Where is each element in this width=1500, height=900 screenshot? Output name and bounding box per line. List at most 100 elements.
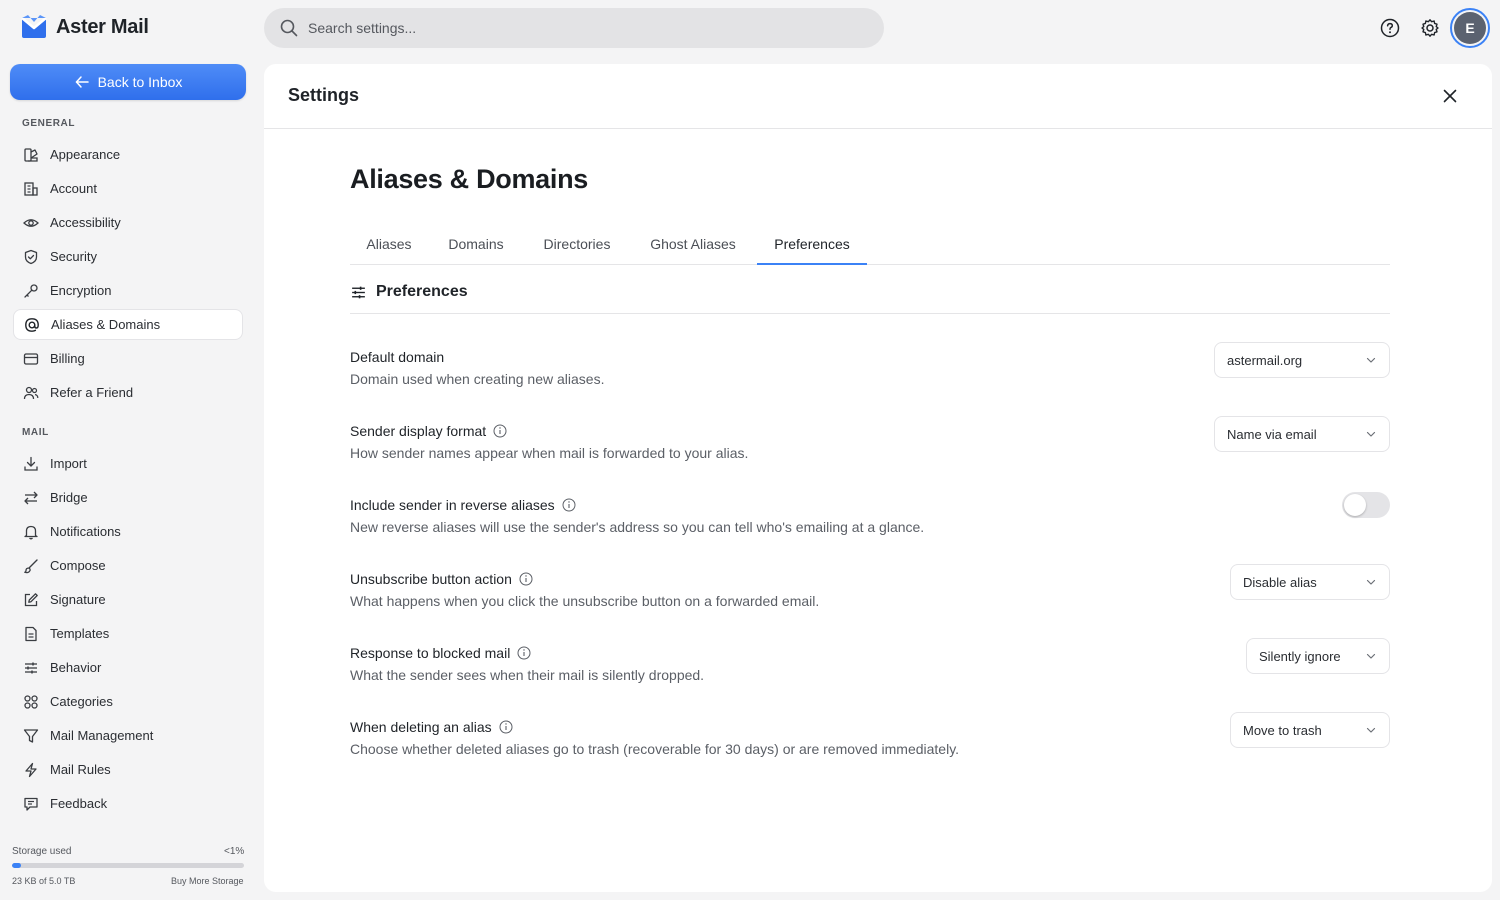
chevron-down-icon bbox=[1366, 727, 1376, 733]
tab-ghost-aliases[interactable]: Ghost Aliases bbox=[636, 228, 750, 265]
sender-display-format-select[interactable]: Name via email bbox=[1214, 416, 1390, 452]
sidebar-item-accessibility[interactable]: Accessibility bbox=[13, 207, 243, 238]
storage-used-text: 23 KB of 5.0 TB bbox=[12, 876, 76, 886]
storage-percent: <1% bbox=[224, 846, 245, 857]
info-icon[interactable] bbox=[519, 572, 533, 586]
avatar-initial: E bbox=[1454, 12, 1486, 44]
info-icon[interactable] bbox=[493, 424, 507, 438]
sidebar-item-feedback[interactable]: Feedback bbox=[13, 788, 243, 819]
back-to-inbox-button[interactable]: Back to Inbox bbox=[10, 64, 246, 100]
section-title: Preferences bbox=[376, 283, 468, 300]
sidebar-item-label: Billing bbox=[50, 351, 85, 366]
sidebar-item-billing[interactable]: Billing bbox=[13, 343, 243, 374]
chevron-down-icon bbox=[1366, 653, 1376, 659]
setting-title-text: Response to blocked mail bbox=[350, 645, 511, 661]
setting-title-text: Sender display format bbox=[350, 423, 487, 439]
chevron-down-icon bbox=[1366, 357, 1376, 363]
delete-alias-behavior-select[interactable]: Move to trash bbox=[1230, 712, 1390, 748]
sidebar-item-account[interactable]: Account bbox=[13, 173, 243, 204]
bolt-icon bbox=[22, 761, 39, 778]
info-icon[interactable] bbox=[517, 646, 531, 660]
setting-description: Domain used when creating new aliases. bbox=[350, 371, 605, 387]
storage-progress-fill bbox=[12, 863, 22, 868]
setting-title-text: When deleting an alias bbox=[350, 719, 492, 735]
sidebar-item-label: Categories bbox=[50, 694, 113, 709]
sidebar-item-mail-management[interactable]: Mail Management bbox=[13, 720, 243, 751]
close-settings-button[interactable] bbox=[1440, 86, 1460, 106]
grid-icon bbox=[22, 693, 39, 710]
blocked-mail-response-select[interactable]: Silently ignore bbox=[1246, 638, 1390, 674]
shield-icon bbox=[22, 248, 39, 265]
sidebar-item-encryption[interactable]: Encryption bbox=[13, 275, 243, 306]
sidebar-item-templates[interactable]: Templates bbox=[13, 618, 243, 649]
preferences-section-header: Preferences bbox=[350, 283, 468, 301]
search-input[interactable] bbox=[308, 20, 848, 36]
setting-response-to-blocked-mail: Response to blocked mail What the sender… bbox=[350, 638, 1390, 695]
sidebar-item-behavior[interactable]: Behavior bbox=[13, 652, 243, 683]
settings-button[interactable] bbox=[1418, 16, 1442, 40]
settings-panel: Settings Aliases & Domains Aliases Domai… bbox=[264, 64, 1492, 892]
sidebar-item-compose[interactable]: Compose bbox=[13, 550, 243, 581]
sidebar-item-label: Encryption bbox=[50, 283, 112, 298]
select-value: Name via email bbox=[1227, 426, 1317, 442]
tab-aliases[interactable]: Aliases bbox=[350, 228, 428, 265]
sidebar-item-label: Mail Rules bbox=[50, 762, 111, 777]
page-title: Aliases & Domains bbox=[350, 164, 588, 194]
sidebar-item-aliases-domains[interactable]: Aliases & Domains bbox=[13, 309, 243, 340]
sidebar-item-notifications[interactable]: Notifications bbox=[13, 516, 243, 547]
select-value: Move to trash bbox=[1243, 722, 1322, 738]
setting-default-domain: Default domain Domain used when creating… bbox=[350, 342, 1390, 399]
default-domain-select[interactable]: astermail.org bbox=[1214, 342, 1390, 378]
sidebar-item-label: Mail Management bbox=[50, 728, 154, 743]
back-to-inbox-label: Back to Inbox bbox=[97, 74, 183, 90]
tab-preferences[interactable]: Preferences bbox=[757, 228, 867, 265]
close-icon bbox=[1443, 89, 1457, 103]
unsubscribe-action-select[interactable]: Disable alias bbox=[1230, 564, 1390, 600]
sidebar-item-refer-a-friend[interactable]: Refer a Friend bbox=[13, 377, 243, 408]
setting-title-text: Unsubscribe button action bbox=[350, 571, 512, 587]
setting-title: When deleting an alias bbox=[350, 719, 513, 735]
sidebar-item-label: Feedback bbox=[50, 796, 108, 811]
buy-more-storage-link[interactable]: Buy More Storage bbox=[171, 876, 244, 886]
user-avatar[interactable]: E bbox=[1450, 8, 1490, 48]
setting-description: How sender names appear when mail is for… bbox=[350, 445, 749, 461]
chevron-down-icon bbox=[1366, 579, 1376, 585]
setting-title: Default domain bbox=[350, 349, 444, 365]
setting-title: Include sender in reverse aliases bbox=[350, 497, 576, 513]
sidebar-item-import[interactable]: Import bbox=[13, 448, 243, 479]
section-divider bbox=[350, 313, 1390, 314]
app-logo[interactable]: Aster Mail bbox=[20, 14, 149, 40]
sidebar-item-categories[interactable]: Categories bbox=[13, 686, 243, 717]
sidebar-item-appearance[interactable]: Appearance bbox=[13, 139, 243, 170]
settings-search-bar[interactable] bbox=[264, 8, 884, 48]
sidebar-item-label: Notifications bbox=[50, 524, 121, 539]
storage-progress-bar bbox=[12, 863, 244, 868]
sidebar-item-mail-rules[interactable]: Mail Rules bbox=[13, 754, 243, 785]
setting-title-text: Include sender in reverse aliases bbox=[350, 497, 555, 513]
sidebar-item-security[interactable]: Security bbox=[13, 241, 243, 272]
info-icon[interactable] bbox=[499, 720, 513, 734]
bell-icon bbox=[22, 523, 39, 540]
include-sender-toggle[interactable] bbox=[1342, 492, 1390, 518]
help-button[interactable] bbox=[1378, 16, 1402, 40]
setting-when-deleting-alias: When deleting an alias Choose whether de… bbox=[350, 712, 1390, 769]
panel-header: Settings bbox=[264, 64, 1492, 129]
sliders-icon bbox=[352, 286, 365, 298]
sidebar-item-label: Security bbox=[50, 249, 97, 264]
setting-title: Sender display format bbox=[350, 423, 507, 439]
tab-domains[interactable]: Domains bbox=[434, 228, 518, 265]
toggle-knob bbox=[1344, 494, 1366, 516]
sidebar-item-signature[interactable]: Signature bbox=[13, 584, 243, 615]
palette-icon bbox=[22, 146, 39, 163]
sidebar-item-label: Compose bbox=[50, 558, 106, 573]
setting-title: Response to blocked mail bbox=[350, 645, 531, 661]
sidebar-item-bridge[interactable]: Bridge bbox=[13, 482, 243, 513]
tab-directories[interactable]: Directories bbox=[526, 228, 628, 265]
download-icon bbox=[22, 455, 39, 472]
document-icon bbox=[22, 625, 39, 642]
sidebar-item-label: Accessibility bbox=[50, 215, 121, 230]
select-value: astermail.org bbox=[1227, 352, 1303, 368]
info-icon[interactable] bbox=[562, 498, 576, 512]
select-value: Disable alias bbox=[1243, 574, 1317, 590]
eye-icon bbox=[22, 214, 39, 231]
